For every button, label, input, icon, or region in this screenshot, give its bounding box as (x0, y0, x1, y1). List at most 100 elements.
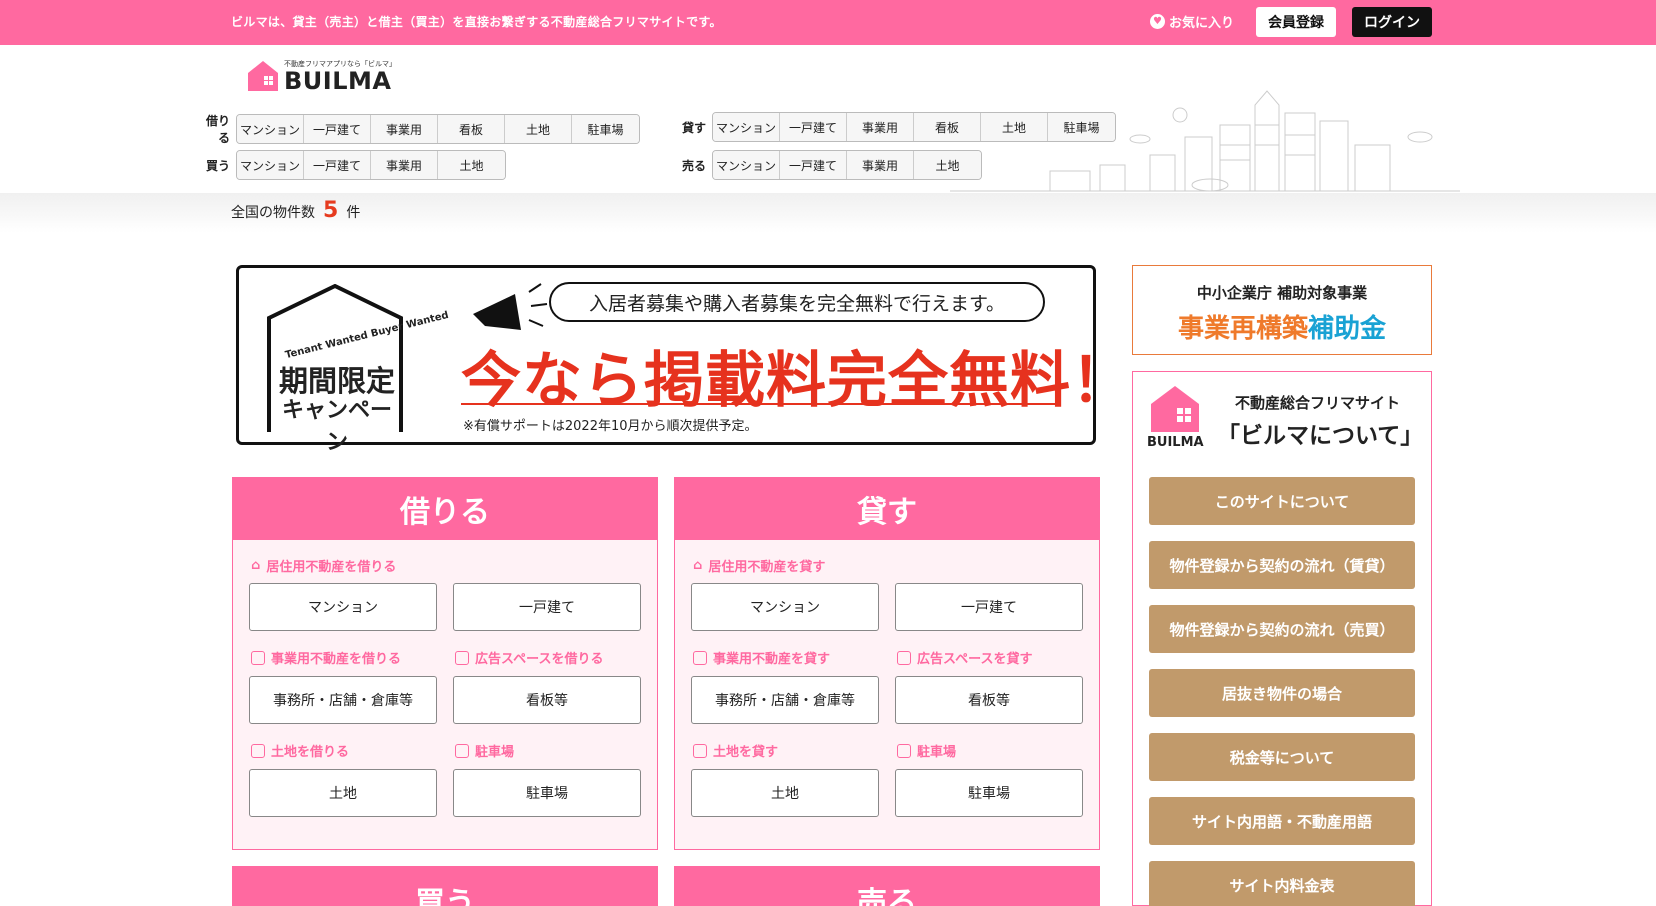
btn-about-site[interactable]: このサイトについて (1149, 477, 1415, 525)
about-brand: BUILMA (1147, 435, 1204, 450)
nav-sell-business[interactable]: 事業用 (847, 151, 914, 179)
nav-sell-mansion[interactable]: マンション (713, 151, 780, 179)
sec-parking-rent: 駐車場 (455, 741, 514, 760)
cityscape-illustration (950, 90, 1460, 192)
property-count: 全国の物件数 5 件 (231, 198, 360, 223)
btn-rent-parking[interactable]: 駐車場 (453, 769, 641, 817)
about-title: 「ビルマについて」 (1217, 423, 1424, 449)
home-icon: ⌂ (693, 558, 703, 573)
nav-rent-land[interactable]: 土地 (505, 115, 572, 143)
btn-lend-land[interactable]: 土地 (691, 769, 879, 817)
subsidy-line1: 中小企業庁 補助対象事業 (1196, 284, 1368, 302)
nav-rent-parking[interactable]: 駐車場 (572, 115, 639, 143)
nav-rent-house[interactable]: 一戸建て (304, 115, 371, 143)
btn-lend-parking[interactable]: 駐車場 (895, 769, 1083, 817)
btn-tax[interactable]: 税金等について (1149, 733, 1415, 781)
login-button[interactable]: ログイン (1352, 7, 1432, 37)
subsidy-banner[interactable]: 中小企業庁 補助対象事業 事業再構築補助金 (1132, 265, 1432, 355)
btn-rent-signboard[interactable]: 看板等 (453, 676, 641, 724)
land-icon (693, 743, 707, 758)
about-hero: BUILMA 不動産総合フリマサイト 「ビルマについて」 (1133, 372, 1431, 464)
nav-rent-business[interactable]: 事業用 (371, 115, 438, 143)
sec-residential-rent: ⌂ 居住用不動産を借りる (251, 558, 397, 575)
campaign-banner[interactable]: Tenant Wanted Buyer Wanted 期間限定 キャンペーン 入… (236, 265, 1131, 455)
about-subtitle: 不動産総合フリマサイト (1235, 394, 1401, 412)
nav-lend-business[interactable]: 事業用 (847, 113, 914, 141)
house-logo-icon (1151, 386, 1199, 432)
nav-rent-mansion[interactable]: マンション (237, 115, 304, 143)
sec-land-rent: 土地を借りる (251, 741, 349, 760)
sec-land-lend: 土地を貸す (693, 741, 778, 760)
card-lend-title: 貸す (675, 478, 1099, 540)
site-logo[interactable]: 不動産フリマアプリなら「ビルマ」 BUILMA (246, 59, 396, 93)
btn-lend-signboard[interactable]: 看板等 (895, 676, 1083, 724)
btn-lend-office[interactable]: 事務所・店舗・倉庫等 (691, 676, 879, 724)
favorites-label: お気に入り (1169, 16, 1235, 31)
card-lend: 貸す ⌂ 居住用不動産を貸す マンション 一戸建て 事業用不動産を貸す 広告スペ… (674, 477, 1100, 850)
top-bar: ビルマは、貸主（売主）と借主（買主）を直接お繋ぎする不動産総合フリマサイトです。… (0, 0, 1656, 45)
banner-badge-line2: キャンペーン (281, 398, 392, 455)
site-tagline: ビルマは、貸主（売主）と借主（買主）を直接お繋ぎする不動産総合フリマサイトです。 (231, 15, 722, 29)
btn-flow-sale[interactable]: 物件登録から契約の流れ（売買） (1149, 605, 1415, 653)
btn-rent-office[interactable]: 事務所・店舗・倉庫等 (249, 676, 437, 724)
logo-wordmark: BUILMA (284, 67, 392, 95)
btn-flow-rental[interactable]: 物件登録から契約の流れ（賃貸） (1149, 541, 1415, 589)
house-logo-icon (248, 61, 278, 91)
nav-buy-label: 買う (205, 158, 230, 173)
banner-headline: 今なら掲載料完全無料！ (461, 346, 1132, 416)
land-icon (251, 743, 265, 758)
nav-buy-house[interactable]: 一戸建て (304, 151, 371, 179)
nav-rent-signboard[interactable]: 看板 (438, 115, 505, 143)
btn-glossary[interactable]: サイト内用語・不動産用語 (1149, 797, 1415, 845)
megaphone-icon (473, 283, 548, 330)
btn-pricing[interactable]: サイト内料金表 (1149, 861, 1415, 906)
btn-rent-land[interactable]: 土地 (249, 769, 437, 817)
ad-icon (455, 650, 469, 665)
sec-business-lend: 事業用不動産を貸す (693, 648, 830, 667)
card-buy-title: 買う (232, 866, 658, 906)
register-button[interactable]: 会員登録 (1256, 7, 1336, 37)
subsidy-title: 事業再構築補助金 (1177, 314, 1387, 344)
count-prefix: 全国の物件数 (231, 205, 315, 221)
count-value: 5 (323, 198, 339, 223)
btn-lend-house[interactable]: 一戸建て (895, 583, 1083, 631)
card-rent-title: 借りる (233, 478, 657, 540)
btn-rent-mansion[interactable]: マンション (249, 583, 437, 631)
parking-icon (455, 743, 469, 758)
card-rent: 借りる ⌂ 居住用不動産を借りる マンション 一戸建て 事業用不動産を借りる 広… (232, 477, 658, 850)
nav-lend-label: 貸す (681, 120, 706, 135)
nav-sell: 売る マンション 一戸建て 事業用 土地 (672, 150, 982, 180)
nav-buy-business[interactable]: 事業用 (371, 151, 438, 179)
sec-business-rent: 事業用不動産を借りる (251, 648, 401, 667)
btn-rent-house[interactable]: 一戸建て (453, 583, 641, 631)
nav-buy: 買う マンション 一戸建て 事業用 土地 (196, 150, 506, 180)
shop-icon (251, 650, 265, 665)
home-icon: ⌂ (251, 558, 261, 573)
site-header: 不動産フリマアプリなら「ビルマ」 BUILMA 借りる マンション 一戸建て 事… (0, 45, 1656, 193)
sec-residential-lend: ⌂ 居住用不動産を貸す (693, 558, 826, 575)
count-suffix: 件 (346, 205, 361, 221)
btn-inuki[interactable]: 居抜き物件の場合 (1149, 669, 1415, 717)
heart-icon: ♥ (1150, 14, 1165, 29)
nav-lend-house[interactable]: 一戸建て (780, 113, 847, 141)
banner-bubble: 入居者募集や購入者募集を完全無料で行えます。 (549, 282, 1045, 322)
ad-icon (897, 650, 911, 665)
sec-parking-lend: 駐車場 (897, 741, 956, 760)
banner-underline (461, 403, 1061, 405)
nav-rent-label: 借りる (205, 114, 230, 145)
nav-buy-land[interactable]: 土地 (438, 151, 505, 179)
nav-rent: 借りる マンション 一戸建て 事業用 看板 土地 駐車場 (196, 112, 640, 146)
btn-lend-mansion[interactable]: マンション (691, 583, 879, 631)
banner-note: ※有償サポートは2022年10月から順次提供予定。 (463, 419, 758, 434)
sec-ad-rent: 広告スペースを借りる (455, 648, 603, 667)
nav-sell-label: 売る (681, 158, 706, 173)
nav-buy-mansion[interactable]: マンション (237, 151, 304, 179)
card-sell-title: 売る (674, 866, 1100, 906)
favorites-link[interactable]: ♥ お気に入り (1150, 12, 1234, 31)
about-panel: BUILMA 不動産総合フリマサイト 「ビルマについて」 このサイトについて 物… (1132, 371, 1432, 906)
shop-icon (693, 650, 707, 665)
sec-ad-lend: 広告スペースを貸す (897, 648, 1032, 667)
parking-icon (897, 743, 911, 758)
nav-lend-mansion[interactable]: マンション (713, 113, 780, 141)
nav-sell-house[interactable]: 一戸建て (780, 151, 847, 179)
